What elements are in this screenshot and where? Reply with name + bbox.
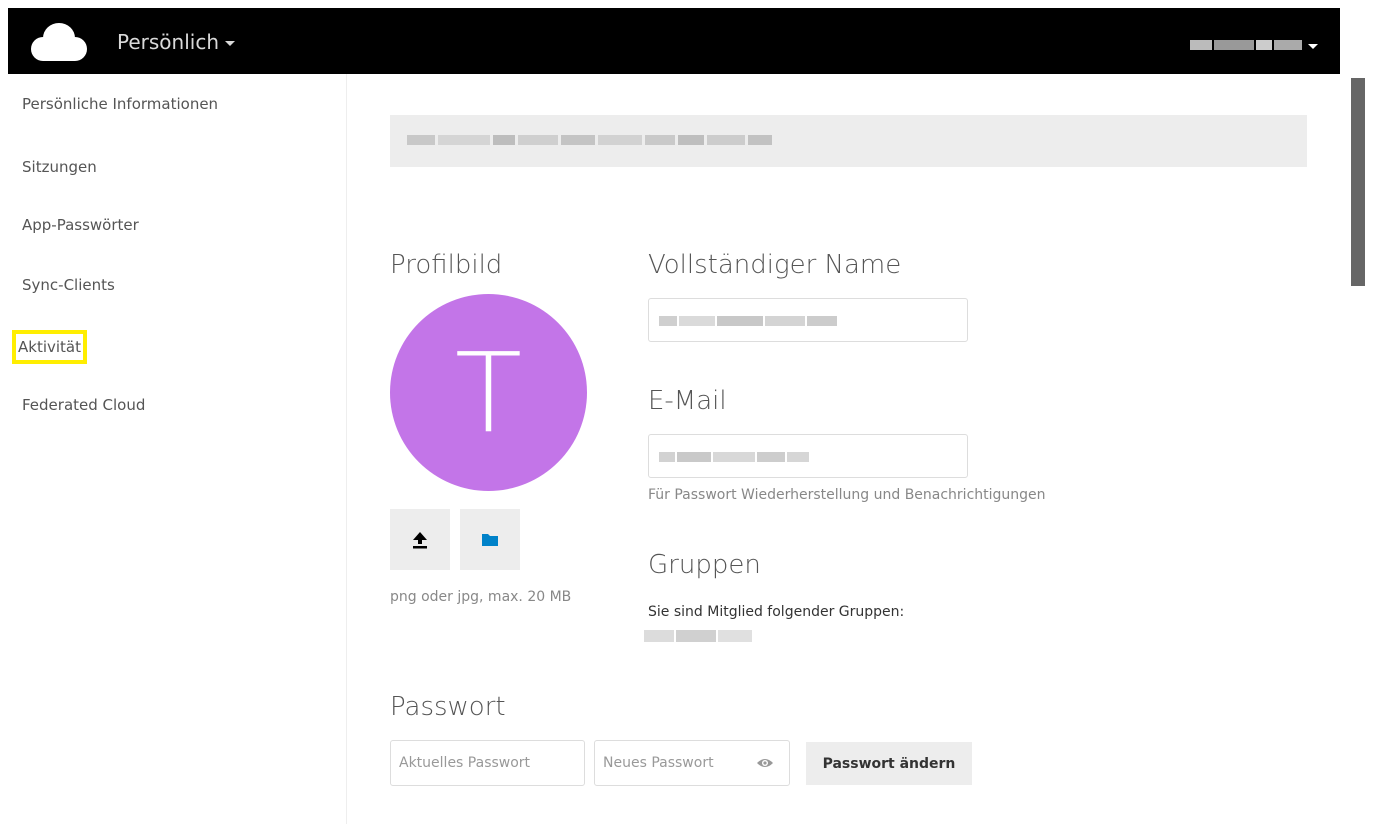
password-title: Passwort bbox=[390, 692, 506, 722]
quota-bar bbox=[390, 115, 1307, 167]
fullname-value-blurred bbox=[659, 316, 837, 326]
avatar: T bbox=[390, 294, 587, 491]
sidebar-item-sync-clients[interactable]: Sync-Clients bbox=[22, 276, 115, 294]
profile-picture-title: Profilbild bbox=[390, 250, 503, 280]
change-password-button[interactable]: Passwort ändern bbox=[806, 742, 972, 785]
quota-text-blurred bbox=[407, 135, 772, 145]
sidebar-item-activity[interactable]: Aktivität bbox=[12, 330, 87, 364]
upload-avatar-button[interactable] bbox=[390, 509, 450, 570]
vertical-scrollbar[interactable] bbox=[1351, 78, 1365, 286]
username-blurred bbox=[1190, 40, 1302, 50]
user-menu-button[interactable] bbox=[1190, 40, 1318, 50]
groups-title: Gruppen bbox=[648, 550, 761, 580]
fullname-title: Vollständiger Name bbox=[648, 250, 902, 280]
top-header: Persönlich bbox=[8, 8, 1340, 74]
avatar-file-hint: png oder jpg, max. 20 MB bbox=[390, 589, 572, 605]
sidebar-item-federated-cloud[interactable]: Federated Cloud bbox=[22, 396, 145, 414]
choose-avatar-from-files-button[interactable] bbox=[460, 509, 520, 570]
email-input[interactable] bbox=[648, 434, 968, 478]
folder-icon bbox=[482, 534, 498, 546]
current-password-input[interactable] bbox=[390, 740, 585, 786]
upload-icon bbox=[413, 531, 427, 548]
eye-icon[interactable] bbox=[756, 756, 774, 770]
groups-list-blurred bbox=[644, 630, 752, 642]
app-menu-button[interactable]: Persönlich bbox=[117, 30, 235, 54]
email-value-blurred bbox=[659, 452, 809, 462]
sidebar-item-sessions[interactable]: Sitzungen bbox=[22, 158, 97, 176]
sidebar-item-personal-info[interactable]: Persönliche Informationen bbox=[22, 95, 218, 113]
settings-sidebar: Persönliche Informationen Sitzungen App-… bbox=[8, 74, 347, 824]
groups-label: Sie sind Mitglied folgender Gruppen: bbox=[648, 604, 905, 620]
email-title: E-Mail bbox=[648, 386, 727, 416]
caret-down-icon bbox=[1308, 43, 1318, 49]
sidebar-item-app-passwords[interactable]: App-Passwörter bbox=[22, 216, 139, 234]
caret-down-icon bbox=[225, 40, 235, 46]
fullname-input[interactable] bbox=[648, 298, 968, 342]
app-menu-label: Persönlich bbox=[117, 30, 219, 54]
email-hint: Für Passwort Wiederherstellung und Benac… bbox=[648, 487, 1046, 503]
cloud-logo-icon[interactable] bbox=[31, 22, 87, 62]
